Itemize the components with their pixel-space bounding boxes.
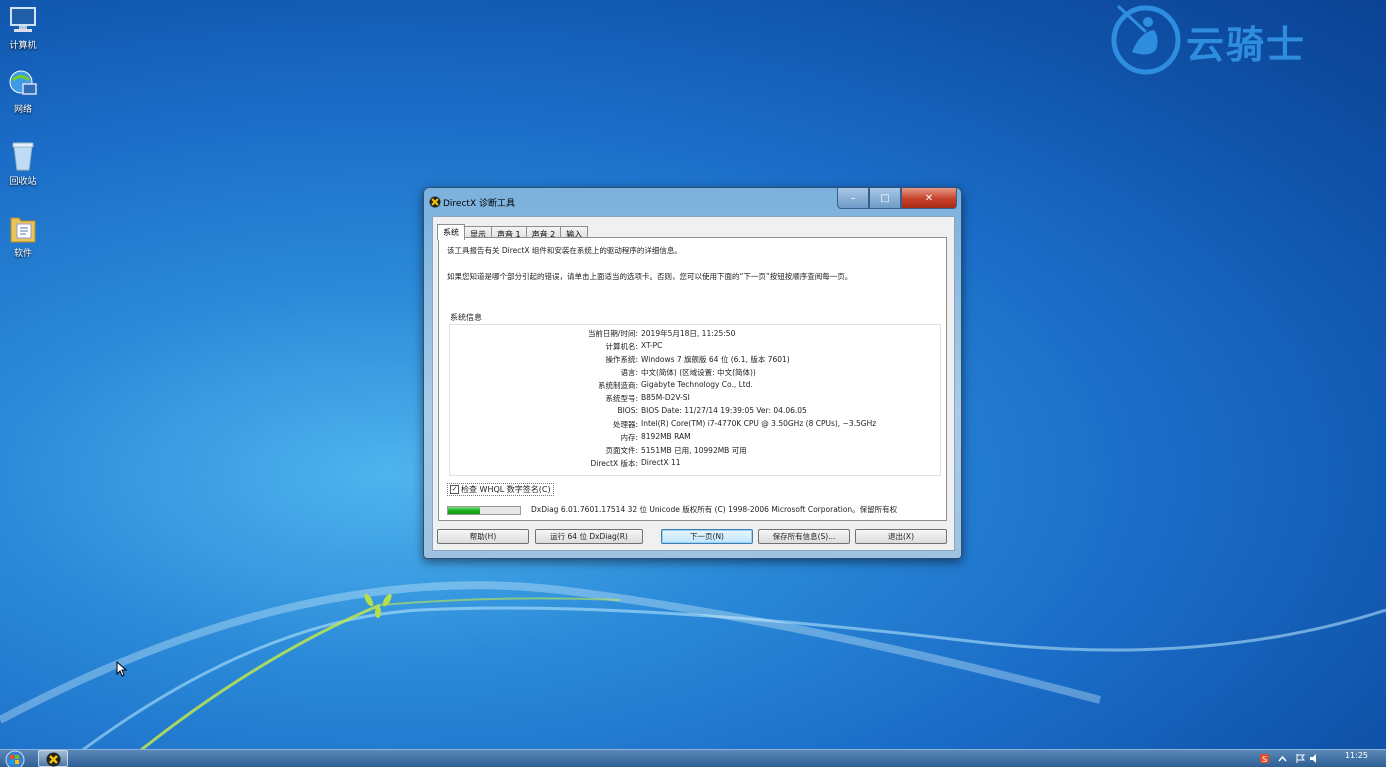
dxdiag-window: DirectX 诊断工具 – □ ✕ 系统 显示 声音 1 声音 2 输入 该工… [423, 187, 962, 559]
info-value: DirectX 11 [641, 458, 681, 467]
watermark-text: 云骑士 [1186, 23, 1307, 67]
desktop-icon-recycle-bin[interactable]: 回收站 [2, 140, 44, 187]
directx-icon [429, 196, 441, 208]
info-row: 计算机名: XT-PC [450, 341, 940, 353]
info-key: 处理器: [612, 420, 638, 429]
volume-icon[interactable] [1310, 754, 1319, 763]
intro-text-1: 该工具报告有关 DirectX 组件和安装在系统上的驱动程序的详细信息。 [447, 246, 682, 255]
intro-text-2: 如果您知道是哪个部分引起的错误，请单击上面适当的选项卡。否则，您可以使用下面的“… [447, 272, 853, 281]
info-value: Gigabyte Technology Co., Ltd. [641, 380, 753, 389]
desktop-icon-label: 回收站 [9, 177, 37, 187]
recycle-bin-icon [7, 140, 39, 172]
next-page-button[interactable]: 下一页(N) [661, 529, 753, 544]
info-row: 系统制造商: Gigabyte Technology Co., Ltd. [450, 380, 940, 392]
svg-text:S: S [1262, 755, 1267, 763]
checkmark-icon: ✓ [450, 485, 459, 494]
progress-fill [448, 507, 481, 514]
button-row: 帮助(H) 运行 64 位 DxDiag(R) 下一页(N) 保存所有信息(S)… [433, 529, 954, 545]
system-info-group: 当前日期/时间: 2019年5月18日, 11:25:50 计算机名: XT-PC … [449, 324, 941, 476]
info-key: 页面文件: [605, 446, 638, 455]
save-all-button[interactable]: 保存所有信息(S)... [758, 529, 850, 544]
desktop-icon-label: 网络 [13, 105, 32, 115]
action-center-flag-icon[interactable] [1296, 754, 1305, 763]
system-tray: S 11:25 [1246, 750, 1386, 767]
info-value: B85M-D2V-SI [641, 393, 690, 402]
system-info-title: 系统信息 [450, 313, 482, 322]
info-value: BIOS Date: 11/27/14 19:39:05 Ver: 04.06.… [641, 406, 807, 415]
info-row: DirectX 版本: DirectX 11 [450, 458, 940, 470]
network-icon [7, 68, 39, 100]
taskbar: S 11:25 [0, 749, 1386, 767]
info-key: 系统制造商: [597, 381, 638, 390]
info-row: 处理器: Intel(R) Core(TM) i7-4770K CPU @ 3.5… [450, 419, 940, 431]
show-hidden-icons-icon[interactable] [1278, 754, 1287, 763]
desktop-icon-label: 软件 [13, 249, 32, 259]
exit-button[interactable]: 退出(X) [855, 529, 947, 544]
desktop-icon-network[interactable]: 网络 [2, 68, 44, 115]
window-title: DirectX 诊断工具 [443, 199, 515, 209]
close-button[interactable]: ✕ [901, 188, 957, 209]
window-client-area: 系统 显示 声音 1 声音 2 输入 该工具报告有关 DirectX 组件和安装… [432, 216, 955, 551]
info-value: XT-PC [641, 341, 663, 350]
status-text: DxDiag 6.01.7601.17514 32 位 Unicode 版权所有… [531, 505, 898, 514]
info-row: 当前日期/时间: 2019年5月18日, 11:25:50 [450, 328, 940, 340]
desktop-icon-software[interactable]: 软件 [2, 212, 44, 259]
directx-icon [46, 752, 61, 767]
whql-checkbox-label: 检查 WHQL 数字签名(C) [461, 485, 551, 494]
desktop-icon-computer[interactable]: 计算机 [2, 4, 44, 51]
info-row: 操作系统: Windows 7 旗舰版 64 位 (6.1, 版本 7601) [450, 354, 940, 366]
mouse-cursor-icon [116, 661, 128, 677]
input-method-icon[interactable]: S [1260, 754, 1269, 763]
system-tab-panel: 该工具报告有关 DirectX 组件和安装在系统上的驱动程序的详细信息。 如果您… [438, 237, 947, 521]
caption-buttons: – □ ✕ [837, 188, 957, 210]
info-value: Intel(R) Core(TM) i7-4770K CPU @ 3.50GHz… [641, 419, 877, 428]
info-value: 8192MB RAM [641, 432, 691, 441]
info-row: 内存: 8192MB RAM [450, 432, 940, 444]
tab-system[interactable]: 系统 [437, 224, 465, 240]
info-key: 内存: [620, 433, 638, 442]
info-key: 语言: [620, 368, 638, 377]
run-64bit-button[interactable]: 运行 64 位 DxDiag(R) [535, 529, 643, 544]
info-row: 语言: 中文(简体) (区域设置: 中文(简体)) [450, 367, 940, 379]
windows-start-icon[interactable] [2, 750, 28, 767]
info-key: 计算机名: [605, 342, 638, 351]
info-value: 2019年5月18日, 11:25:50 [641, 329, 736, 338]
knight-logo-icon [1111, 4, 1181, 75]
taskbar-app-dxdiag[interactable] [38, 750, 68, 767]
desktop-icon-label: 计算机 [9, 41, 37, 51]
info-value: 中文(简体) (区域设置: 中文(简体)) [641, 368, 756, 377]
info-row: 页面文件: 5151MB 已用, 10992MB 可用 [450, 445, 940, 457]
info-key: DirectX 版本: [590, 459, 638, 468]
maximize-button[interactable]: □ [869, 188, 901, 209]
info-key: BIOS: [617, 406, 638, 415]
info-value: 5151MB 已用, 10992MB 可用 [641, 446, 747, 455]
title-bar[interactable]: DirectX 诊断工具 – □ ✕ [424, 188, 961, 216]
info-key: 操作系统: [605, 355, 638, 364]
taskbar-clock[interactable]: 11:25 [1345, 751, 1368, 760]
info-row: 系统型号: B85M-D2V-SI [450, 393, 940, 405]
computer-icon [7, 4, 39, 36]
info-key: 当前日期/时间: [587, 329, 638, 338]
info-value: Windows 7 旗舰版 64 位 (6.1, 版本 7601) [641, 355, 790, 364]
whql-checkbox[interactable]: ✓ 检查 WHQL 数字签名(C) [447, 483, 554, 496]
info-key: 系统型号: [605, 394, 638, 403]
minimize-button[interactable]: – [837, 188, 869, 209]
help-button[interactable]: 帮助(H) [437, 529, 529, 544]
progress-bar [447, 506, 521, 515]
info-row: BIOS: BIOS Date: 11/27/14 19:39:05 Ver: 0… [450, 406, 940, 418]
folder-icon [7, 212, 39, 244]
watermark-logo: 云骑士 [1110, 2, 1350, 77]
